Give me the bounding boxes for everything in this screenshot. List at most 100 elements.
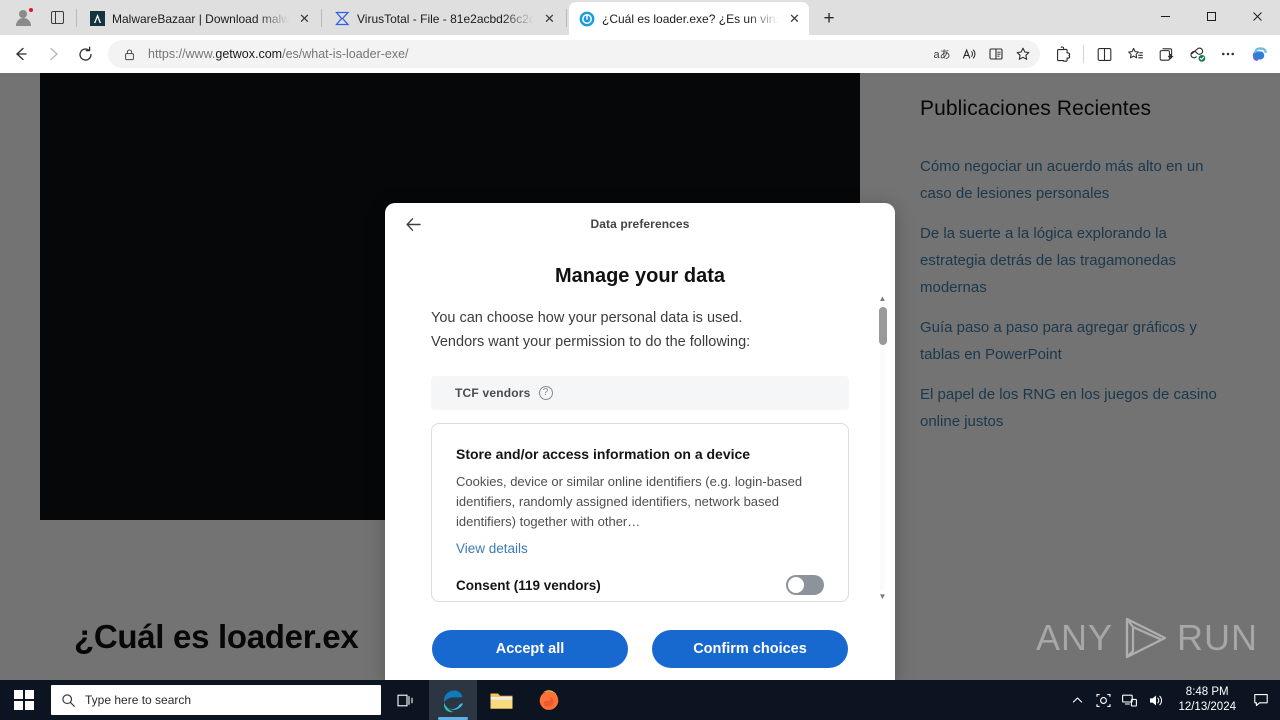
notification-icon <box>1254 694 1268 707</box>
purpose-description: Cookies, device or similar online identi… <box>456 474 803 529</box>
scroll-down-arrow-icon[interactable]: ▼ <box>877 591 888 602</box>
system-tray: 8:48 PM 12/13/2024 <box>1064 680 1280 720</box>
tab-title: ¿Cuál es loader.exe? ¿Es un virus? <box>602 11 779 26</box>
scrollbar-track[interactable] <box>880 305 885 590</box>
split-screen-icon[interactable] <box>1089 39 1119 69</box>
view-details-link[interactable]: View details <box>456 541 528 556</box>
tcf-vendors-label: TCF vendors <box>455 386 531 400</box>
confirm-choices-button[interactable]: Confirm choices <box>652 630 848 668</box>
settings-more-icon[interactable] <box>1213 39 1243 69</box>
clock-time: 8:48 PM <box>1185 686 1229 698</box>
tab-close-button[interactable]: ✕ <box>541 10 558 27</box>
address-bar[interactable]: https://www.getwox.com/es/what-is-loader… <box>108 40 1040 68</box>
microsoft-edge-icon <box>443 690 463 712</box>
scrollbar-thumb[interactable] <box>878 307 887 345</box>
file-explorer-icon <box>490 693 512 709</box>
tab-separator <box>566 8 567 27</box>
copilot-icon[interactable] <box>1244 39 1274 69</box>
page-viewport: L ¿Cuál es loader.ex 8 de agosto de 2020… <box>0 73 1280 680</box>
tab-separator <box>76 8 77 27</box>
close-button[interactable] <box>1234 0 1280 32</box>
search-placeholder: Type here to search <box>85 693 192 707</box>
profile-alert-badge <box>28 6 34 13</box>
show-hidden-icons-button[interactable] <box>1064 680 1090 720</box>
taskbar-app-file-explorer[interactable] <box>477 680 525 720</box>
add-collection-icon[interactable] <box>1151 39 1181 69</box>
help-icon[interactable]: ? <box>538 386 553 400</box>
tab-strip: MalwareBazaar | Download malw ✕ VirusTot… <box>0 0 1280 35</box>
tab-virustotal[interactable]: VirusTotal - File - 81e2acbd26c2d ✕ <box>324 2 564 35</box>
modal-scrollbar[interactable]: ▲ ▼ <box>877 293 888 602</box>
favorite-star-icon[interactable] <box>1010 42 1036 66</box>
clock-date: 12/13/2024 <box>1178 701 1236 713</box>
anyrun-agent-tray-icon[interactable] <box>1090 680 1116 720</box>
toggle-knob <box>788 577 804 593</box>
data-preferences-modal: Data preferences Manage your data You ca… <box>385 203 895 680</box>
tab-strip-left-controls <box>0 0 74 35</box>
profile-button[interactable] <box>10 5 36 31</box>
tab-close-button[interactable]: ✕ <box>296 10 313 27</box>
extensions-icon[interactable] <box>1048 39 1078 69</box>
modal-footer: Accept all Confirm choices <box>385 610 895 680</box>
new-tab-button[interactable]: + <box>815 4 843 32</box>
modal-body: Manage your data You can choose how your… <box>385 245 895 610</box>
window-controls <box>1142 0 1280 35</box>
read-aloud-icon[interactable] <box>956 42 982 66</box>
browser-toolbar: https://www.getwox.com/es/what-is-loader… <box>0 35 1280 73</box>
minimize-button[interactable] <box>1142 0 1188 32</box>
clock[interactable]: 8:48 PM 12/13/2024 <box>1168 685 1246 715</box>
taskbar-app-mozilla-firefox[interactable] <box>525 680 573 720</box>
address-bar-actions: aあ <box>929 42 1036 66</box>
toolbar-right-actions <box>1048 39 1274 69</box>
browser-essentials-icon[interactable] <box>1182 39 1212 69</box>
modal-intro: You can choose how your personal data is… <box>431 306 849 354</box>
tab-separator <box>321 8 322 27</box>
volume-icon[interactable] <box>1142 680 1168 720</box>
back-button[interactable] <box>6 39 36 69</box>
task-view-icon <box>396 694 413 706</box>
modal-heading: Manage your data <box>554 265 726 287</box>
refresh-button[interactable] <box>70 39 100 69</box>
back-button[interactable] <box>401 212 425 236</box>
forward-button <box>38 39 68 69</box>
tab-title: VirusTotal - File - 81e2acbd26c2d <box>357 11 534 26</box>
modal-header-title: Data preferences <box>590 217 690 231</box>
avatar-icon <box>19 9 27 18</box>
site-security-lock-icon[interactable] <box>116 42 142 66</box>
modal-intro-line-1: You can choose how your personal data is… <box>431 310 743 326</box>
consent-label: Consent (119 vendors) <box>456 577 601 593</box>
modal-intro-line-2: Vendors want your permission to do the f… <box>431 334 751 350</box>
chevron-up-icon <box>1072 696 1083 703</box>
accept-all-button[interactable]: Accept all <box>432 630 628 668</box>
task-view-button[interactable] <box>381 680 429 720</box>
scroll-up-arrow-icon[interactable]: ▲ <box>877 293 888 304</box>
search-input[interactable]: Type here to search <box>51 685 381 715</box>
browser-window: MalwareBazaar | Download malw ✕ VirusTot… <box>0 0 1280 680</box>
tab-malwarebazaar[interactable]: MalwareBazaar | Download malw ✕ <box>79 2 319 35</box>
tab-actions-menu-button[interactable] <box>44 5 70 31</box>
getwox-icon <box>579 11 595 27</box>
consent-toggle[interactable] <box>786 575 824 595</box>
tab-getwox-loader-exe[interactable]: ¿Cuál es loader.exe? ¿Es un virus? ✕ <box>569 2 809 35</box>
favorites-bar-icon[interactable] <box>1120 39 1150 69</box>
translate-icon[interactable]: aあ <box>929 42 955 66</box>
network-icon[interactable] <box>1116 680 1142 720</box>
maximize-button[interactable] <box>1188 0 1234 32</box>
action-center-button[interactable] <box>1246 680 1276 720</box>
immersive-reader-icon[interactable] <box>983 42 1009 66</box>
purpose-title: Store and/or access information on a dev… <box>456 446 751 462</box>
taskbar-app-microsoft-edge[interactable] <box>429 680 477 720</box>
avatar-body-icon <box>15 17 31 26</box>
consent-row: Consent (119 vendors) <box>456 575 824 601</box>
purpose-card: Store and/or access information on a dev… <box>431 423 849 602</box>
mozilla-firefox-icon <box>539 690 559 710</box>
modal-header: Data preferences <box>385 203 895 245</box>
toolbar-divider <box>1083 45 1084 63</box>
start-button[interactable] <box>0 680 48 720</box>
malwarebazaar-icon <box>89 11 105 27</box>
virustotal-icon <box>334 11 350 27</box>
tab-close-button[interactable]: ✕ <box>786 10 803 27</box>
windows-logo-icon <box>14 690 34 710</box>
search-icon <box>62 693 75 707</box>
tab-title: MalwareBazaar | Download malw <box>112 11 289 26</box>
